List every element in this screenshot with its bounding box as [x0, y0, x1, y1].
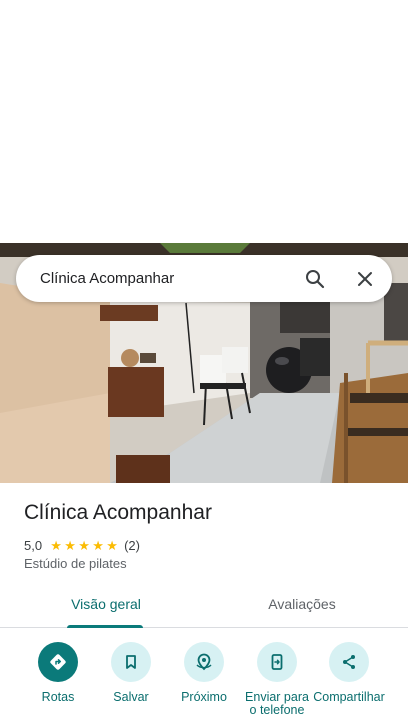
rating-row[interactable]: 5,0 ★ ★ ★ ★ ★ (2): [24, 536, 140, 554]
send-to-phone-label: Enviar para o telefone: [245, 690, 309, 717]
star-icon: ★: [50, 537, 62, 553]
directions-icon: [38, 642, 78, 682]
nearby-icon-glyph: [196, 653, 212, 671]
star-icon: ★: [64, 537, 76, 553]
star-icon: ★: [106, 537, 118, 553]
share-icon: [329, 642, 369, 682]
search-input[interactable]: Clínica Acompanhar: [40, 255, 280, 302]
rating-stars: ★ ★ ★ ★ ★: [49, 539, 119, 552]
save-button[interactable]: Salvar: [95, 642, 167, 704]
bookmark-icon-glyph: [126, 655, 136, 669]
search-icon[interactable]: [302, 266, 328, 292]
star-icon: ★: [78, 537, 90, 553]
bookmark-icon: [111, 642, 151, 682]
directions-button[interactable]: Rotas: [22, 642, 94, 704]
share-label: Compartilhar: [313, 690, 385, 704]
place-page: Clínica Acompanhar Clínica Acompanhar 5,…: [0, 0, 408, 726]
map-area[interactable]: [0, 0, 408, 243]
send-to-phone-icon-glyph: [271, 654, 283, 670]
save-label: Salvar: [113, 690, 149, 704]
nearby-icon: [184, 642, 224, 682]
close-icon[interactable]: [352, 266, 378, 292]
star-icon: ★: [92, 537, 104, 553]
share-button[interactable]: Compartilhar: [313, 642, 385, 704]
action-buttons: Rotas Salvar Próximo Enviar para o telef…: [0, 642, 408, 726]
rating-value: 5,0: [24, 537, 43, 553]
tab-selected-indicator: [67, 625, 143, 628]
close-icon-glyph: [358, 272, 372, 286]
nearby-label: Próximo: [181, 690, 227, 704]
tab-reviews[interactable]: Avaliações: [252, 588, 352, 628]
search-icon-glyph: [306, 270, 325, 289]
send-to-phone-icon: [257, 642, 297, 682]
share-icon-glyph: [343, 655, 355, 669]
place-category: Estúdio de pilates: [24, 556, 127, 571]
review-count[interactable]: (2): [124, 538, 140, 553]
nearby-button[interactable]: Próximo: [168, 642, 240, 704]
directions-label: Rotas: [41, 690, 75, 704]
search-bar[interactable]: Clínica Acompanhar: [16, 255, 392, 302]
directions-icon-glyph: [50, 654, 66, 670]
tab-overview[interactable]: Visão geral: [56, 588, 156, 628]
place-tabs: Visão geral Avaliações: [0, 588, 408, 628]
place-title: Clínica Acompanhar: [24, 501, 212, 524]
send-to-phone-button[interactable]: Enviar para o telefone: [241, 642, 313, 717]
